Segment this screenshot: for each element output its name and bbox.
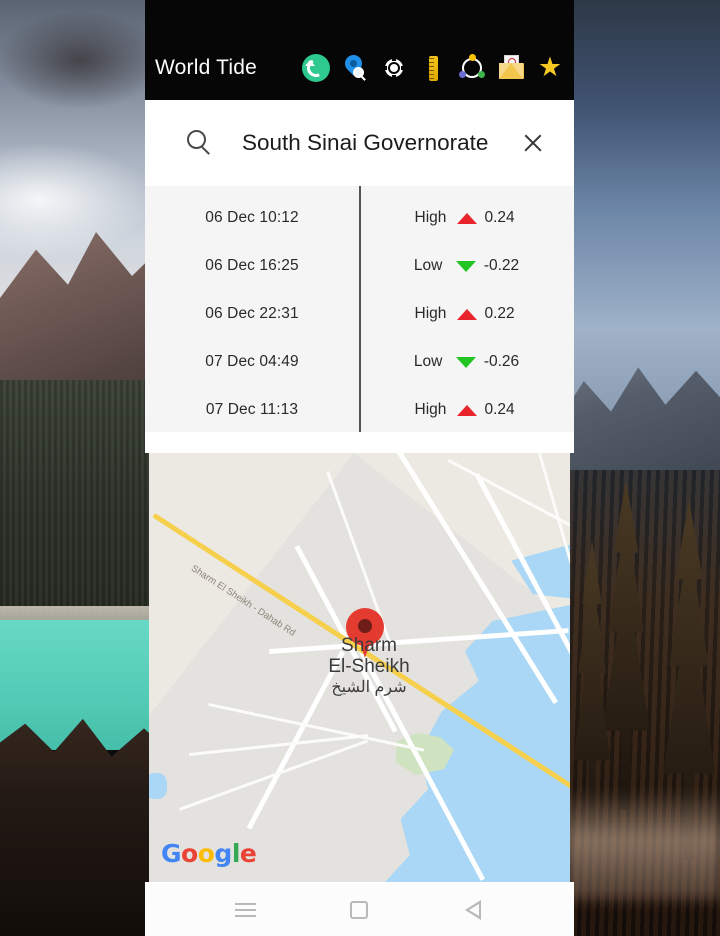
tide-value: 0.24: [484, 209, 515, 226]
app-bar: World Tide ★: [145, 0, 574, 100]
map-place-arabic: شرم الشيخ: [331, 679, 407, 696]
close-icon[interactable]: [518, 128, 548, 158]
tide-up-arrow-icon: [456, 404, 477, 416]
tide-down-arrow-icon: [455, 260, 476, 272]
tide-time: 07 Dec 11:13: [205, 401, 299, 418]
screen: World Tide ★ South Sinai Governorate 06 …: [0, 0, 720, 936]
back-triangle-icon[interactable]: [451, 893, 495, 927]
moon-phase-icon[interactable]: [458, 54, 486, 82]
tide-kind: Low: [413, 257, 443, 274]
star-icon[interactable]: ★: [536, 54, 564, 82]
map-place-line1: Sharm: [341, 635, 397, 656]
table-row[interactable]: 07 Dec 11:13 High 0.24: [145, 386, 574, 434]
tide-table: 06 Dec 10:12 High 0.24 06 Dec 16:25 Low …: [145, 186, 574, 432]
tide-kind: High: [414, 305, 447, 322]
app-bar-actions: ★: [302, 54, 564, 82]
tide-level-cell: High 0.24: [359, 209, 574, 227]
tide-time: 06 Dec 16:25: [205, 257, 299, 274]
search-input[interactable]: [242, 130, 518, 156]
tide-kind: High: [414, 401, 447, 418]
tide-value: -0.22: [483, 257, 520, 274]
google-logo[interactable]: Google: [161, 839, 257, 868]
tide-time: 07 Dec 04:49: [205, 353, 299, 370]
tide-time: 06 Dec 22:31: [205, 305, 299, 322]
content-gap: [145, 432, 574, 453]
tide-time: 06 Dec 10:12: [205, 209, 299, 226]
map-place-line2: El-Sheikh: [328, 656, 410, 677]
gps-target-icon[interactable]: [380, 54, 408, 82]
wallpaper-mist: [566, 790, 720, 900]
table-row[interactable]: 06 Dec 10:12 High 0.24: [145, 194, 574, 242]
tide-level-cell: Low -0.22: [359, 257, 574, 275]
table-row[interactable]: 06 Dec 16:25 Low -0.22: [145, 242, 574, 290]
tide-up-arrow-icon: [456, 212, 477, 224]
menu-icon[interactable]: [224, 893, 268, 927]
tide-value: -0.26: [483, 353, 520, 370]
tide-kind: Low: [413, 353, 443, 370]
tide-up-arrow-icon: [456, 308, 477, 320]
system-navigation-bar: [145, 884, 574, 936]
map-canvas: Sharm El Sheikh - Dahab Rd Sharm El-Shei…: [149, 453, 570, 882]
tide-down-arrow-icon: [455, 356, 476, 368]
map-view[interactable]: Sharm El Sheikh - Dahab Rd Sharm El-Shei…: [149, 453, 570, 882]
mail-icon[interactable]: [497, 54, 525, 82]
search-bar: [145, 100, 574, 186]
ruler-icon[interactable]: [419, 54, 447, 82]
tide-level-cell: High 0.22: [359, 305, 574, 323]
map-water-small: [149, 773, 167, 799]
tide-level-cell: High 0.24: [359, 401, 574, 419]
search-icon[interactable]: [187, 130, 213, 156]
location-search-icon[interactable]: [341, 54, 369, 82]
tide-kind: High: [414, 209, 447, 226]
sync-icon[interactable]: [302, 54, 330, 82]
table-row[interactable]: 06 Dec 22:31 High 0.22: [145, 290, 574, 338]
app-title: World Tide: [155, 56, 257, 79]
tide-level-cell: Low -0.26: [359, 353, 574, 371]
tide-value: 0.22: [484, 305, 515, 322]
table-row[interactable]: 07 Dec 04:49 Low -0.26: [145, 338, 574, 386]
map-place-label: Sharm El-Sheikh شرم الشيخ: [294, 635, 444, 698]
home-square-icon[interactable]: [337, 893, 381, 927]
tide-value: 0.24: [484, 401, 515, 418]
